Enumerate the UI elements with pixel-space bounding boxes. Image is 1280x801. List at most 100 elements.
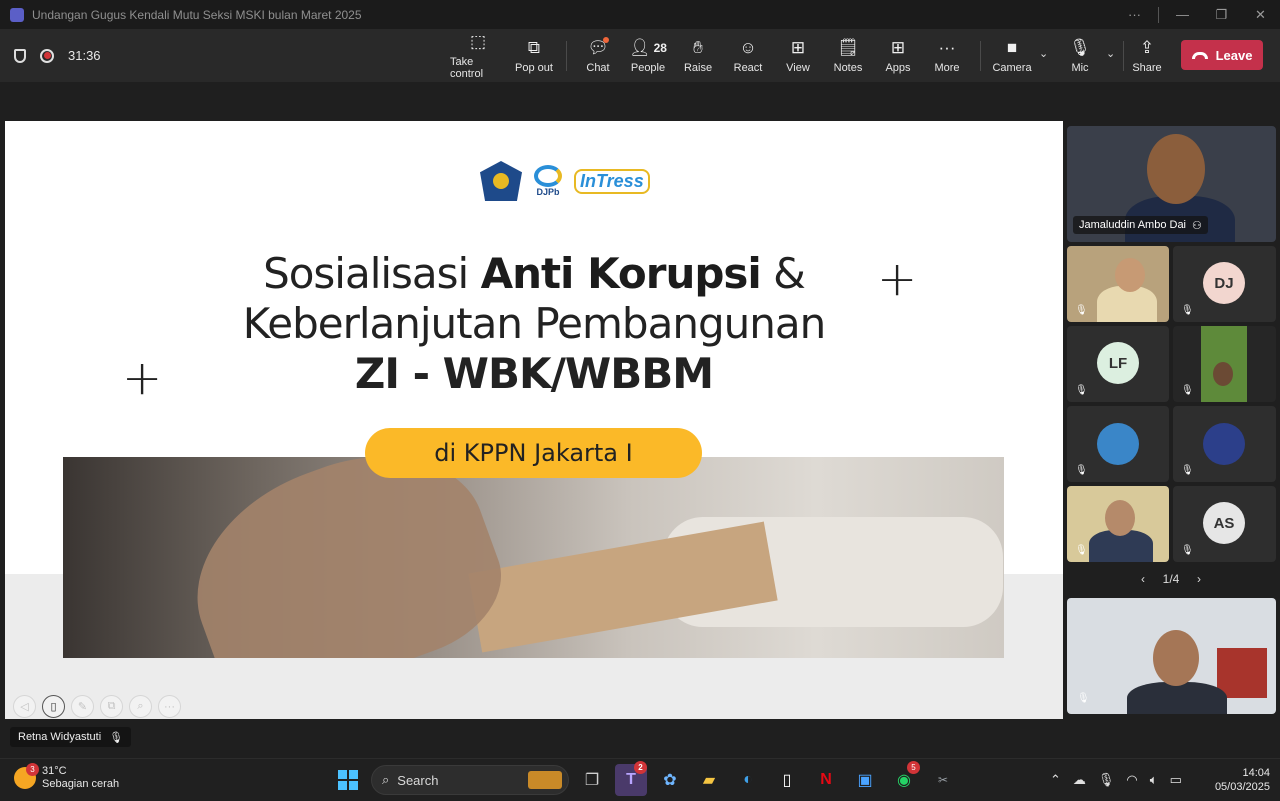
avatar: AS xyxy=(1203,502,1245,544)
recording-icon xyxy=(40,48,54,63)
camera-options-chevron-icon[interactable]: ⌄ xyxy=(1039,47,1048,60)
more-button[interactable]: ··· More xyxy=(932,29,962,82)
close-button[interactable]: ✕ xyxy=(1241,7,1280,23)
mic-muted-icon: 🎙︎ xyxy=(1075,545,1088,556)
mic-muted-icon: 🎙︎ xyxy=(109,731,124,744)
participant-tile[interactable]: DJ 🎙︎ xyxy=(1173,246,1276,322)
participant-face xyxy=(1147,134,1205,204)
copilot-icon[interactable]: ✿ xyxy=(654,764,686,796)
windows-taskbar: 3 31°C Sebagian cerah ⌕ Search ❐ T 2 ✿ ▰… xyxy=(0,758,1280,800)
leave-label: Leave xyxy=(1215,47,1253,63)
file-explorer-icon[interactable]: ▰ xyxy=(693,764,725,796)
raise-label: Raise xyxy=(683,62,713,74)
intress-logo: InTress xyxy=(574,168,650,194)
chat-button[interactable]: 💬︎ Chat xyxy=(583,29,613,82)
window-controls: ··· — ❐ ✕ xyxy=(1115,0,1280,29)
slide-tools: ◁ ▯ ✎ ⧉ ⌕ ··· xyxy=(13,695,181,718)
leave-button[interactable]: Leave xyxy=(1181,40,1263,70)
teams-icon[interactable]: T 2 xyxy=(615,761,647,796)
view-label: View xyxy=(786,62,810,74)
mic-button[interactable]: 🎙︎ Mic xyxy=(1066,29,1094,82)
djpb-logo-text: DJPb xyxy=(536,187,560,197)
snipping-tool-icon[interactable]: ✂ xyxy=(927,764,959,796)
mic-muted-icon: 🎙︎ xyxy=(1181,465,1194,476)
taskbar-search[interactable]: ⌕ Search xyxy=(371,765,569,795)
weather-badge: 3 xyxy=(26,763,39,776)
avatar-photo xyxy=(1203,423,1245,465)
mic-options-chevron-icon[interactable]: ⌄ xyxy=(1106,47,1115,60)
more-slide-options-icon[interactable]: ··· xyxy=(158,695,181,718)
background-object xyxy=(1217,648,1267,698)
store-icon[interactable]: ▣ xyxy=(849,764,881,796)
self-view-video[interactable]: 🎙︎ xyxy=(1067,598,1276,714)
view-button[interactable]: ⊞ View xyxy=(783,29,813,82)
participant-tile[interactable]: AS 🎙︎ xyxy=(1173,486,1276,562)
system-tray: ⌃ ☁ 🎙︎ ◠ 🔈︎ ▭ xyxy=(1050,759,1182,801)
react-label: React xyxy=(733,62,763,74)
weather-temp: 31°C xyxy=(42,765,67,777)
participant-video-main[interactable]: Jamaluddin Ambo Dai ⚇ xyxy=(1067,126,1276,242)
chat-unread-badge xyxy=(603,37,609,43)
raise-hand-button[interactable]: ✋︎ Raise xyxy=(683,29,713,82)
participant-tile[interactable]: 🎙︎ xyxy=(1173,406,1276,482)
participant-pager: ‹ 1/4 › xyxy=(1141,572,1201,586)
mic-muted-icon[interactable]: 🎙︎ xyxy=(1098,772,1115,788)
battery-icon[interactable]: ▭ xyxy=(1170,772,1182,788)
mic-muted-icon: 🎙︎ xyxy=(1181,305,1194,316)
wifi-icon[interactable]: ◠ xyxy=(1126,772,1137,788)
netflix-icon[interactable]: N xyxy=(810,764,842,796)
avatar: LF xyxy=(1097,342,1139,384)
previous-slide-icon[interactable]: ◁ xyxy=(13,695,36,718)
slide-menu-icon[interactable]: ▯ xyxy=(42,695,65,718)
task-view-icon[interactable]: ❐ xyxy=(576,764,608,796)
participant-name-tag: Jamaluddin Ambo Dai ⚇ xyxy=(1073,216,1208,234)
apps-label: Apps xyxy=(885,62,911,74)
weather-desc: Sebagian cerah xyxy=(42,778,120,790)
participant-tile[interactable]: 🎙︎ xyxy=(1067,406,1169,482)
camera-label: Camera xyxy=(992,62,1032,74)
volume-icon[interactable]: 🔈︎ xyxy=(1150,772,1158,788)
take-control-button[interactable]: ⬚ Take control xyxy=(450,29,506,82)
windows-start-icon[interactable] xyxy=(332,764,364,796)
weather-widget[interactable]: 3 31°C Sebagian cerah xyxy=(14,763,120,791)
participant-tile[interactable]: LF 🎙︎ xyxy=(1067,326,1169,402)
react-button[interactable]: ☺ React xyxy=(732,29,764,82)
apps-button[interactable]: ⊞ Apps xyxy=(883,29,913,82)
location-pill: di KPPN Jakarta I xyxy=(365,428,702,478)
smiley-icon: ☺ xyxy=(739,38,757,57)
pen-icon[interactable]: ✎ xyxy=(71,695,94,718)
participant-video[interactable]: 🎙︎ xyxy=(1067,246,1169,322)
photo-hand-shape xyxy=(166,457,520,658)
chevron-up-icon[interactable]: ⌃ xyxy=(1050,772,1061,788)
participant-video[interactable]: 🎙︎ xyxy=(1067,486,1169,562)
chevron-right-icon[interactable]: › xyxy=(1197,572,1201,586)
people-icon: 👤︎ 28 xyxy=(629,38,667,57)
slides-grid-icon[interactable]: ⧉ xyxy=(100,695,123,718)
camera-icon: ■ xyxy=(1006,38,1018,57)
people-button[interactable]: 👤︎ 28 People xyxy=(628,29,668,82)
shared-presentation: DJPb InTress Sosialisasi Anti Korupsi & … xyxy=(5,121,1063,719)
presenter-icon: ⚇ xyxy=(1192,219,1202,232)
zoom-icon[interactable]: ⌕ xyxy=(129,695,152,718)
cloud-offline-icon[interactable]: ☁ xyxy=(1073,772,1086,788)
edge-icon[interactable]: ◐ xyxy=(732,764,764,796)
camera-button[interactable]: ■ Camera xyxy=(992,29,1032,82)
pop-out-button[interactable]: ⧉ Pop out xyxy=(513,29,555,82)
search-label: Search xyxy=(397,772,439,788)
mic-muted-icon: 🎙︎ xyxy=(1069,38,1091,57)
share-button[interactable]: ⇪ Share xyxy=(1132,29,1162,82)
phone-hangup-icon xyxy=(1191,51,1208,59)
mic-muted-icon: 🎙︎ xyxy=(1181,545,1194,556)
whatsapp-icon[interactable]: ◉ 5 xyxy=(888,761,920,796)
notes-button[interactable]: 🗒︎ Notes xyxy=(832,29,864,82)
system-clock[interactable]: 14:04 05/03/2025 xyxy=(1200,766,1270,794)
meeting-timer: 31:36 xyxy=(68,48,101,63)
minimize-button[interactable]: — xyxy=(1163,7,1202,22)
participant-video[interactable]: 🎙︎ xyxy=(1173,326,1276,402)
avatar: DJ xyxy=(1203,262,1245,304)
chevron-left-icon[interactable]: ‹ xyxy=(1141,572,1145,586)
document-icon[interactable]: ▯ xyxy=(771,764,803,796)
more-options-icon[interactable]: ··· xyxy=(1115,7,1154,22)
restore-button[interactable]: ❐ xyxy=(1202,7,1241,23)
divider xyxy=(1158,6,1159,23)
